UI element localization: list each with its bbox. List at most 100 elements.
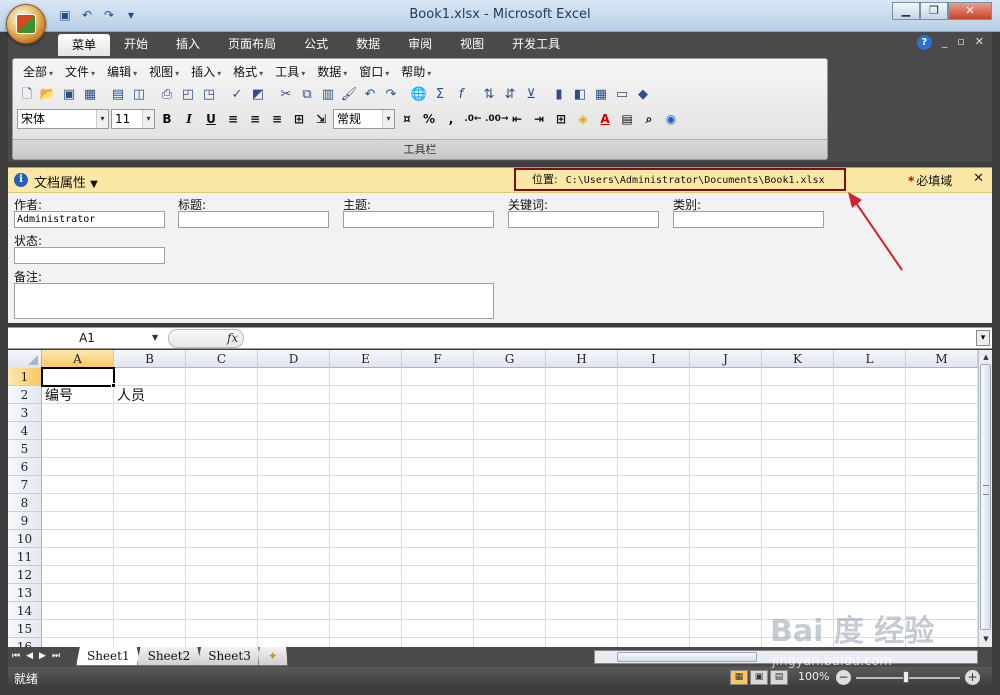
column-header[interactable]: J <box>690 350 762 368</box>
row-header[interactable]: 10 <box>8 530 42 548</box>
subject-field[interactable] <box>343 211 494 228</box>
menu-format[interactable]: 格式 ▾ <box>227 63 269 81</box>
shapes-icon[interactable]: ◧ <box>570 85 590 105</box>
column-header[interactable]: H <box>546 350 618 368</box>
menu-data[interactable]: 数据 ▾ <box>311 63 353 81</box>
spelling-icon[interactable]: ✓ <box>227 85 247 105</box>
horizontal-scroll-thumb[interactable] <box>617 652 757 662</box>
ribbon-restore-icon[interactable]: ▫ <box>957 35 964 50</box>
close-panel-icon[interactable]: ✕ <box>973 171 984 186</box>
cut-icon[interactable]: ✂ <box>276 85 296 105</box>
row-header[interactable]: 5 <box>8 440 42 458</box>
column-header[interactable]: C <box>186 350 258 368</box>
last-sheet-icon[interactable]: ⏭ <box>52 651 60 661</box>
borders-icon[interactable]: ⊞ <box>551 109 571 129</box>
menu-all[interactable]: 全部 ▾ <box>17 63 59 81</box>
menu-insert[interactable]: 插入 ▾ <box>185 63 227 81</box>
macro-icon[interactable]: ◆ <box>633 85 653 105</box>
row-header[interactable]: 7 <box>8 476 42 494</box>
increase-decimal-icon[interactable]: .0← <box>463 109 483 129</box>
row-header[interactable]: 6 <box>8 458 42 476</box>
row-header[interactable]: 14 <box>8 602 42 620</box>
prev-sheet-icon[interactable]: ◀ <box>26 651 33 661</box>
thesaurus-icon[interactable]: ◩ <box>248 85 268 105</box>
zoom-in-icon[interactable]: + <box>965 670 980 685</box>
menu-edit[interactable]: 编辑 ▾ <box>101 63 143 81</box>
document-properties-dropdown[interactable]: 文档属性 ▼ <box>34 172 98 191</box>
font-name-select[interactable]: 宋体 ▾ <box>17 109 109 129</box>
table-icon[interactable]: ▦ <box>591 85 611 105</box>
merge-center-icon[interactable]: ⊞ <box>289 109 309 129</box>
close-button[interactable]: ✕ <box>948 2 992 20</box>
row-header[interactable]: 15 <box>8 620 42 638</box>
sheet-tab-sheet2[interactable]: Sheet2 <box>136 647 202 666</box>
normal-view-icon[interactable]: ▦ <box>730 670 748 685</box>
scroll-up-icon[interactable]: ▲ <box>980 351 992 363</box>
paste-icon[interactable]: ▥ <box>318 85 338 105</box>
font-size-select[interactable]: 11 ▾ <box>111 109 155 129</box>
formula-input[interactable] <box>248 329 978 348</box>
bold-button[interactable]: B <box>157 109 177 129</box>
menu-view[interactable]: 视图 ▾ <box>143 63 185 81</box>
folder-icon[interactable]: ▭ <box>612 85 632 105</box>
row-header[interactable]: 9 <box>8 512 42 530</box>
function-icon[interactable]: f <box>451 85 471 105</box>
comma-button[interactable]: , <box>441 109 461 129</box>
format-painter-icon[interactable]: 🖌 <box>339 85 359 105</box>
increase-indent-icon[interactable]: ⇥ <box>529 109 549 129</box>
menu-help[interactable]: 帮助 ▾ <box>395 63 437 81</box>
office-button[interactable] <box>6 4 46 44</box>
print-preview-icon[interactable]: ◰ <box>178 85 198 105</box>
number-format-select[interactable]: 常规 ▾ <box>333 109 395 129</box>
chevron-down-icon[interactable]: ▼ <box>152 333 158 342</box>
filter-icon[interactable]: ⊻ <box>521 85 541 105</box>
category-field[interactable] <box>673 211 824 228</box>
column-header[interactable]: E <box>330 350 402 368</box>
active-cell-a1[interactable] <box>41 367 115 387</box>
undo-icon[interactable]: ↶ <box>360 85 380 105</box>
save-as-icon[interactable]: ▦ <box>80 85 100 105</box>
ribbon-close-icon[interactable]: ✕ <box>975 35 984 50</box>
column-header[interactable]: D <box>258 350 330 368</box>
row-header[interactable]: 8 <box>8 494 42 512</box>
sheet-tab-sheet1[interactable]: Sheet1 <box>76 647 141 666</box>
column-header[interactable]: M <box>906 350 978 368</box>
tab-formulas[interactable]: 公式 <box>290 32 342 56</box>
author-field[interactable]: Administrator <box>14 211 165 228</box>
row-header[interactable]: 4 <box>8 422 42 440</box>
column-header[interactable]: A <box>42 350 114 368</box>
row-header[interactable]: 3 <box>8 404 42 422</box>
save-icon[interactable]: ▣ <box>59 85 79 105</box>
open-icon[interactable]: 📂 <box>38 85 58 105</box>
row-header[interactable]: 12 <box>8 566 42 584</box>
vertical-scrollbar[interactable]: ▲ ▼ <box>978 350 992 647</box>
insert-function-icon[interactable]: fx <box>227 331 238 345</box>
percent-button[interactable]: % <box>419 109 439 129</box>
autosum-icon[interactable]: Σ <box>430 85 450 105</box>
column-header[interactable]: K <box>762 350 834 368</box>
new-icon[interactable]: 🗋 <box>17 85 37 105</box>
column-header[interactable]: I <box>618 350 690 368</box>
tab-view[interactable]: 视图 <box>446 32 498 56</box>
menu-file[interactable]: 文件 ▾ <box>59 63 101 81</box>
chart-icon[interactable]: ▮ <box>549 85 569 105</box>
first-sheet-icon[interactable]: ⏮ <box>12 651 20 661</box>
research-icon[interactable]: ◳ <box>199 85 219 105</box>
decrease-indent-icon[interactable]: ⇤ <box>507 109 527 129</box>
select-all-corner[interactable] <box>8 350 42 368</box>
keywords-field[interactable] <box>508 211 659 228</box>
title-field[interactable] <box>178 211 329 228</box>
name-box[interactable]: A1 <box>8 329 166 348</box>
font-color-icon[interactable]: A <box>595 109 615 129</box>
permission-icon[interactable]: ◫ <box>129 85 149 105</box>
restore-button[interactable]: ❐ <box>920 2 948 20</box>
tab-developer[interactable]: 开发工具 <box>498 32 574 56</box>
pdf-icon[interactable]: ▤ <box>108 85 128 105</box>
print-icon[interactable]: ⎙ <box>157 85 177 105</box>
comments-field[interactable] <box>14 283 494 319</box>
cell-a2[interactable]: 编号 <box>45 387 73 405</box>
align-center-icon[interactable]: ≡ <box>245 109 265 129</box>
row-header[interactable]: 16 <box>8 638 42 647</box>
tab-insert[interactable]: 插入 <box>162 32 214 56</box>
find-icon[interactable]: ⌕ <box>639 109 659 129</box>
